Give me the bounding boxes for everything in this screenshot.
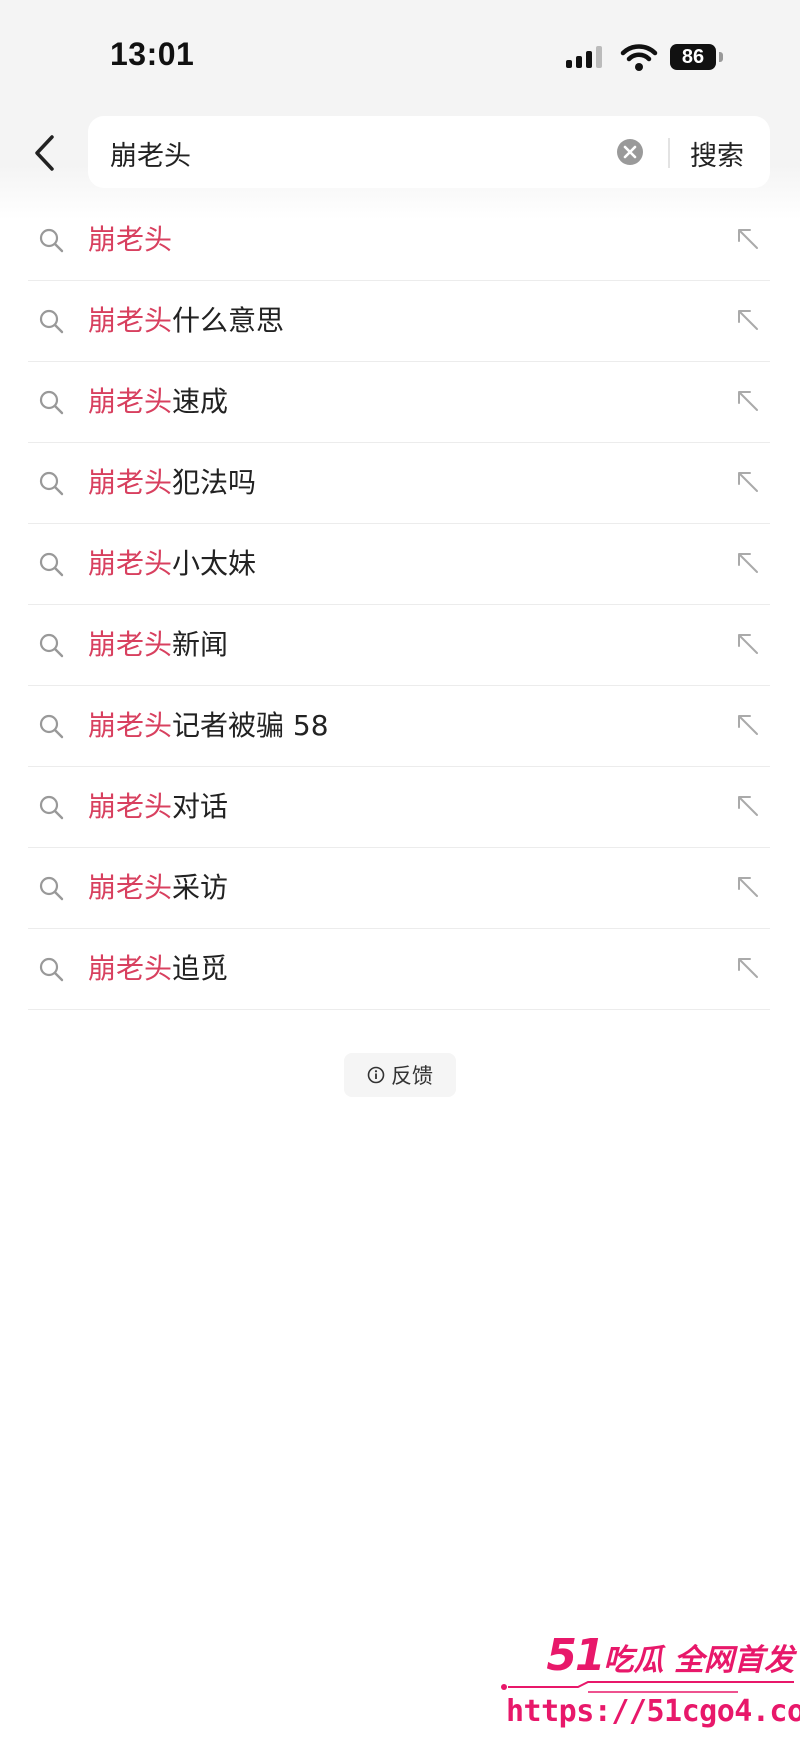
suggestion-highlight: 崩老头 [88,223,173,256]
search-input[interactable]: 崩老头 搜索 [88,116,770,188]
suggestion-text: 崩老头速成 [88,362,228,442]
suggestion-highlight: 崩老头 [88,466,173,499]
suggestion-item[interactable]: 崩老头追觅 [28,929,770,1010]
feedback-button[interactable]: 反馈 [344,1053,456,1097]
suggestion-highlight: 崩老头 [88,952,173,985]
watermark-brand: 51吃瓜 全网首发 [546,1630,794,1681]
suggestion-text: 崩老头小太妹 [88,524,256,604]
suggestion-rest: 什么意思 [172,304,285,337]
suggestion-list: 崩老头 崩老头什么意思 崩老头速成 崩老头犯法吗 崩老头小太妹 崩老头新闻 崩老… [28,200,770,1010]
watermark-url: https://51cgo4.com [506,1694,800,1729]
fill-arrow-icon[interactable] [736,713,760,737]
chevron-left-icon [35,135,54,171]
fill-arrow-icon[interactable] [736,227,760,251]
suggestion-item[interactable]: 崩老头什么意思 [28,281,770,362]
suggestion-rest: 对话 [172,790,229,823]
suggestion-rest: 追觅 [172,952,229,985]
suggestion-rest: 采访 [172,871,229,904]
suggestion-rest: 犯法吗 [172,466,257,499]
suggestion-item[interactable]: 崩老头新闻 [28,605,770,686]
suggestion-item[interactable]: 崩老头记者被骗 58 [28,686,770,767]
suggestion-highlight: 崩老头 [88,871,173,904]
search-icon [39,390,64,415]
search-icon [39,633,64,658]
suggestion-text: 崩老头犯法吗 [88,443,256,523]
signal-icon [566,46,602,68]
fill-arrow-icon[interactable] [736,470,760,494]
suggestion-text: 崩老头采访 [88,848,228,928]
suggestion-text: 崩老头 [88,200,172,280]
suggestion-text: 崩老头对话 [88,767,228,847]
watermark-number: 51 [546,1630,605,1681]
fill-arrow-icon[interactable] [736,389,760,413]
suggestion-text: 崩老头追觅 [88,929,228,1009]
info-icon [367,1066,385,1084]
watermark: 51吃瓜 全网首发 https://51cgo4.com [494,1618,800,1738]
suggestion-text: 崩老头什么意思 [88,281,284,361]
search-icon [39,957,64,982]
search-icon [39,471,64,496]
suggestion-rest: 新闻 [172,628,229,661]
search-icon [39,552,64,577]
clear-icon[interactable] [616,138,644,166]
suggestion-item[interactable]: 崩老头采访 [28,848,770,929]
suggestion-item[interactable]: 崩老头小太妹 [28,524,770,605]
battery-cap [719,52,723,62]
back-button[interactable] [22,128,66,178]
suggestion-highlight: 崩老头 [88,385,173,418]
feedback-label: 反馈 [391,1064,433,1088]
status-time: 13:01 [110,36,195,72]
battery-indicator: 86 [670,44,716,70]
search-icon [39,795,64,820]
wifi-icon [620,44,658,71]
suggestion-item[interactable]: 崩老头速成 [28,362,770,443]
search-icon [39,228,64,253]
search-icon [39,714,64,739]
suggestion-rest: 小太妹 [172,547,257,580]
suggestion-rest: 速成 [172,385,229,418]
suggestion-highlight: 崩老头 [88,709,173,742]
fill-arrow-icon[interactable] [736,551,760,575]
watermark-brand-text: 吃瓜 全网首发 [603,1643,794,1678]
suggestion-item[interactable]: 崩老头对话 [28,767,770,848]
suggestion-text: 崩老头新闻 [88,605,228,685]
suggestion-highlight: 崩老头 [88,547,173,580]
suggestion-item[interactable]: 崩老头 [28,200,770,281]
suggestion-highlight: 崩老头 [88,790,173,823]
suggestion-item[interactable]: 崩老头犯法吗 [28,443,770,524]
suggestion-highlight: 崩老头 [88,628,173,661]
search-divider [668,138,670,168]
suggestion-rest: 记者被骗 58 [172,709,329,742]
fill-arrow-icon[interactable] [736,308,760,332]
fill-arrow-icon[interactable] [736,632,760,656]
search-icon [39,876,64,901]
watermark-line [501,1681,794,1693]
search-button[interactable]: 搜索 [690,134,744,173]
fill-arrow-icon[interactable] [736,875,760,899]
suggestion-text: 崩老头记者被骗 58 [88,686,329,766]
fill-arrow-icon[interactable] [736,956,760,980]
search-query-text: 崩老头 [110,141,191,172]
search-icon [39,309,64,334]
fill-arrow-icon[interactable] [736,794,760,818]
suggestion-highlight: 崩老头 [88,304,173,337]
